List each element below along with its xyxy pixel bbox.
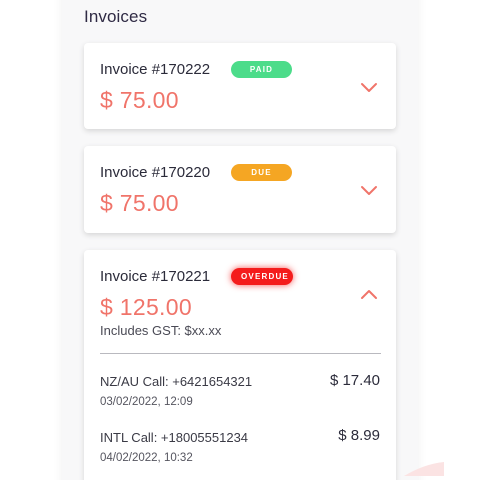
decorative-swoosh <box>404 462 444 476</box>
status-badge-paid: PAID <box>231 61 292 78</box>
invoice-title: Invoice #170220 <box>100 164 211 181</box>
status-badge-due: DUE <box>231 164 292 181</box>
call-label: INTL Call: +18005551234 <box>100 430 249 445</box>
chevron-down-icon[interactable] <box>360 81 378 93</box>
call-date: 04/02/2022, 10:32 <box>100 452 193 464</box>
status-badge-overdue: OVERDUE <box>231 268 293 285</box>
chevron-down-icon[interactable] <box>360 184 378 196</box>
invoice-card[interactable]: Invoice #170220 DUE $ 75.00 <box>84 146 396 233</box>
invoice-card-expanded[interactable]: Invoice #170221 OVERDUE $ 125.00 Include… <box>84 250 396 480</box>
invoice-card[interactable]: Invoice #170222 PAID $ 75.00 <box>84 43 396 129</box>
invoice-title: Invoice #170222 <box>100 61 211 78</box>
gst-note: Includes GST: $xx.xx <box>100 323 222 338</box>
call-amount: $ 17.40 <box>329 372 380 389</box>
call-amount: $ 8.99 <box>338 427 380 444</box>
invoice-amount: $ 75.00 <box>100 190 179 216</box>
divider <box>100 353 381 354</box>
call-label: NZ/AU Call: +6421654321 <box>100 374 253 389</box>
invoice-amount: $ 75.00 <box>100 87 179 113</box>
invoice-title: Invoice #170221 <box>100 268 211 285</box>
invoice-amount: $ 125.00 <box>100 294 192 320</box>
chevron-up-icon[interactable] <box>360 288 378 300</box>
call-date: 03/02/2022, 12:09 <box>100 396 193 408</box>
section-title: Invoices <box>84 7 148 26</box>
